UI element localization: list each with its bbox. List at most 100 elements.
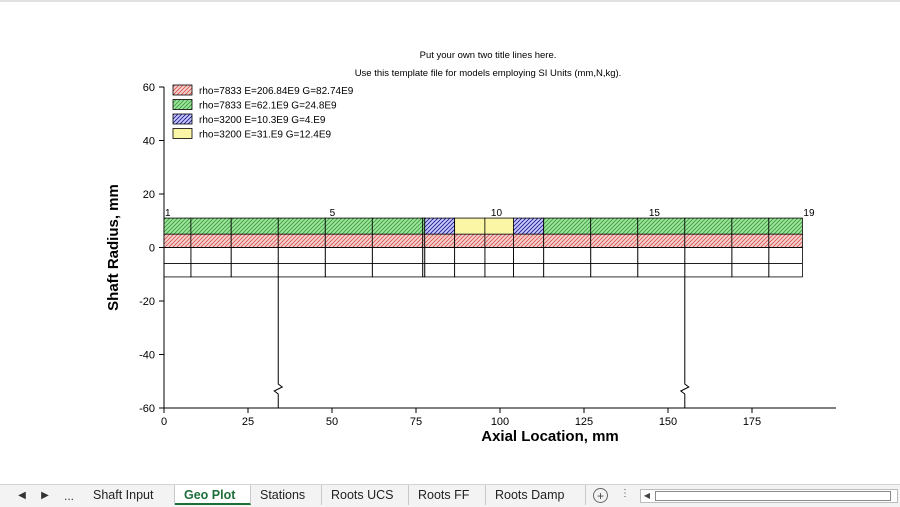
shaft-element-outer: [590, 217, 639, 235]
shaft-element-outer: [637, 217, 686, 235]
shaft-element-inner: [454, 233, 486, 248]
options-icon[interactable]: ⋮: [620, 488, 630, 499]
tab-more-button[interactable]: ...: [60, 488, 78, 504]
legend-label: rho=3200 E=31.E9 G=12.4E9: [199, 130, 331, 141]
sheet-tab-stations[interactable]: Stations: [251, 485, 322, 505]
shaft-element-outer: [768, 217, 803, 235]
shaft-element-outline: [277, 247, 326, 278]
scroll-left-icon[interactable]: ◀: [641, 490, 653, 502]
x-tick-label: 0: [161, 416, 167, 428]
station-number-label: 10: [491, 208, 503, 219]
y-axis-title: Shaft Radius, mm: [105, 184, 122, 311]
shaft-element-inner: [277, 233, 326, 248]
station-number-label: 15: [649, 208, 661, 219]
shaft-element-inner: [424, 233, 456, 248]
x-tick-label: 50: [326, 416, 338, 428]
shaft-element-inner: [768, 233, 803, 248]
station-number-label: 5: [330, 208, 336, 219]
shaft-element-outline: [768, 247, 803, 278]
shaft-element-outline: [230, 247, 279, 278]
y-tick-label: 0: [149, 243, 155, 255]
sheet-tab-bar: ◀ ▶ ... Shaft Input Geo Plot Stations Roots…: [0, 484, 900, 507]
shaft-element-outer: [230, 217, 279, 235]
shaft-element-inner: [590, 233, 639, 248]
sheet-tab-shaft-input[interactable]: Shaft Input: [84, 485, 175, 505]
station-number-label: 19: [803, 208, 815, 219]
shaft-element-inner: [190, 233, 232, 248]
legend-swatch: [172, 84, 193, 96]
shaft-element-outer: [454, 217, 486, 235]
legend-swatch: [172, 113, 193, 125]
sheet-top-border: [0, 0, 900, 2]
shaft-element-outer: [163, 217, 192, 235]
legend-label: rho=7833 E=62.1E9 G=24.8E9: [199, 101, 337, 112]
shaft-element-outline: [371, 247, 424, 278]
shaft-element-outer: [424, 217, 456, 235]
shaft-element-outline: [484, 247, 514, 278]
sheet-tab-geo-plot[interactable]: Geo Plot: [175, 485, 251, 505]
shaft-element-outline: [163, 247, 192, 278]
add-sheet-button[interactable]: +: [593, 488, 608, 503]
y-tick-label: -40: [139, 350, 155, 362]
shaft-element-outline: [513, 247, 545, 278]
shaft-element-inner: [484, 233, 514, 248]
shaft-element-outer: [731, 217, 770, 235]
sheet-tab-roots-ucs[interactable]: Roots UCS: [322, 485, 409, 505]
shaft-element-outer: [684, 217, 733, 235]
x-tick-label: 150: [659, 416, 677, 428]
scrollbar-thumb[interactable]: [655, 491, 891, 501]
shaft-element-outline: [543, 247, 592, 278]
sheet-tab-roots-ff[interactable]: Roots FF: [409, 485, 486, 505]
x-axis-title: Axial Location, mm: [481, 428, 619, 445]
shaft-element-outer: [484, 217, 514, 235]
chart-title-line-1: Put your own two title lines here.: [419, 50, 557, 61]
shaft-element-inner: [684, 233, 733, 248]
y-tick-label: -20: [139, 296, 155, 308]
shaft-element-outline: [637, 247, 686, 278]
shaft-element-inner: [230, 233, 279, 248]
shaft-element-inner: [163, 233, 192, 248]
bearing-support-line: [679, 276, 690, 408]
shaft-element-inner: [731, 233, 770, 248]
shaft-element-inner: [637, 233, 686, 248]
shaft-element-outer: [324, 217, 373, 235]
horizontal-scrollbar[interactable]: ◀: [640, 489, 898, 503]
y-tick-label: 40: [143, 136, 155, 148]
chart-title-line-2: Use this template file for models employ…: [354, 68, 622, 79]
shaft-element-outline: [454, 247, 486, 278]
worksheet-area: 60 40 20 0 -20 -40 -60 0 25 50 75 100 125 150 175 Axial…: [0, 0, 900, 484]
sheet-tab-roots-damp[interactable]: Roots Damp: [486, 485, 586, 505]
y-tick-label: 60: [143, 82, 155, 94]
tab-scroll-next-button[interactable]: ▶: [36, 488, 54, 504]
shaft-element-inner: [324, 233, 373, 248]
shaft-element-outer: [190, 217, 232, 235]
legend-label: rho=3200 E=10.3E9 G=4.E9: [199, 115, 326, 126]
shaft-element-outline: [684, 247, 733, 278]
shaft-element-outline: [424, 247, 456, 278]
shaft-element-outer: [513, 217, 545, 235]
station-number-label: 1: [165, 208, 171, 219]
x-tick-label: 25: [242, 416, 254, 428]
shaft-element-inner: [513, 233, 545, 248]
shaft-element-inner: [543, 233, 592, 248]
chart-area[interactable]: 60 40 20 0 -20 -40 -60 0 25 50 75 100 125 150 175 Axial…: [95, 33, 881, 457]
bearing-support-line: [273, 276, 284, 408]
shaft-element-outer: [543, 217, 592, 235]
y-tick-label: 20: [143, 189, 155, 201]
shaft-element-outline: [731, 247, 770, 278]
shaft-element-outline: [590, 247, 639, 278]
legend-label: rho=7833 E=206.84E9 G=82.74E9: [199, 86, 354, 97]
x-tick-label: 75: [410, 416, 422, 428]
x-tick-label: 125: [575, 416, 593, 428]
shaft-element-outline: [324, 247, 373, 278]
x-tick-label: 100: [491, 416, 509, 428]
shaft-element-outer: [277, 217, 326, 235]
legend-swatch: [172, 128, 193, 139]
shaft-element-inner: [371, 233, 424, 248]
shaft-element-outer: [371, 217, 424, 235]
x-tick-label: 175: [743, 416, 761, 428]
y-tick-label: -60: [139, 403, 155, 415]
legend-swatch: [172, 99, 193, 110]
tab-scroll-prev-button[interactable]: ◀: [13, 488, 31, 504]
shaft-element-outline: [190, 247, 232, 278]
